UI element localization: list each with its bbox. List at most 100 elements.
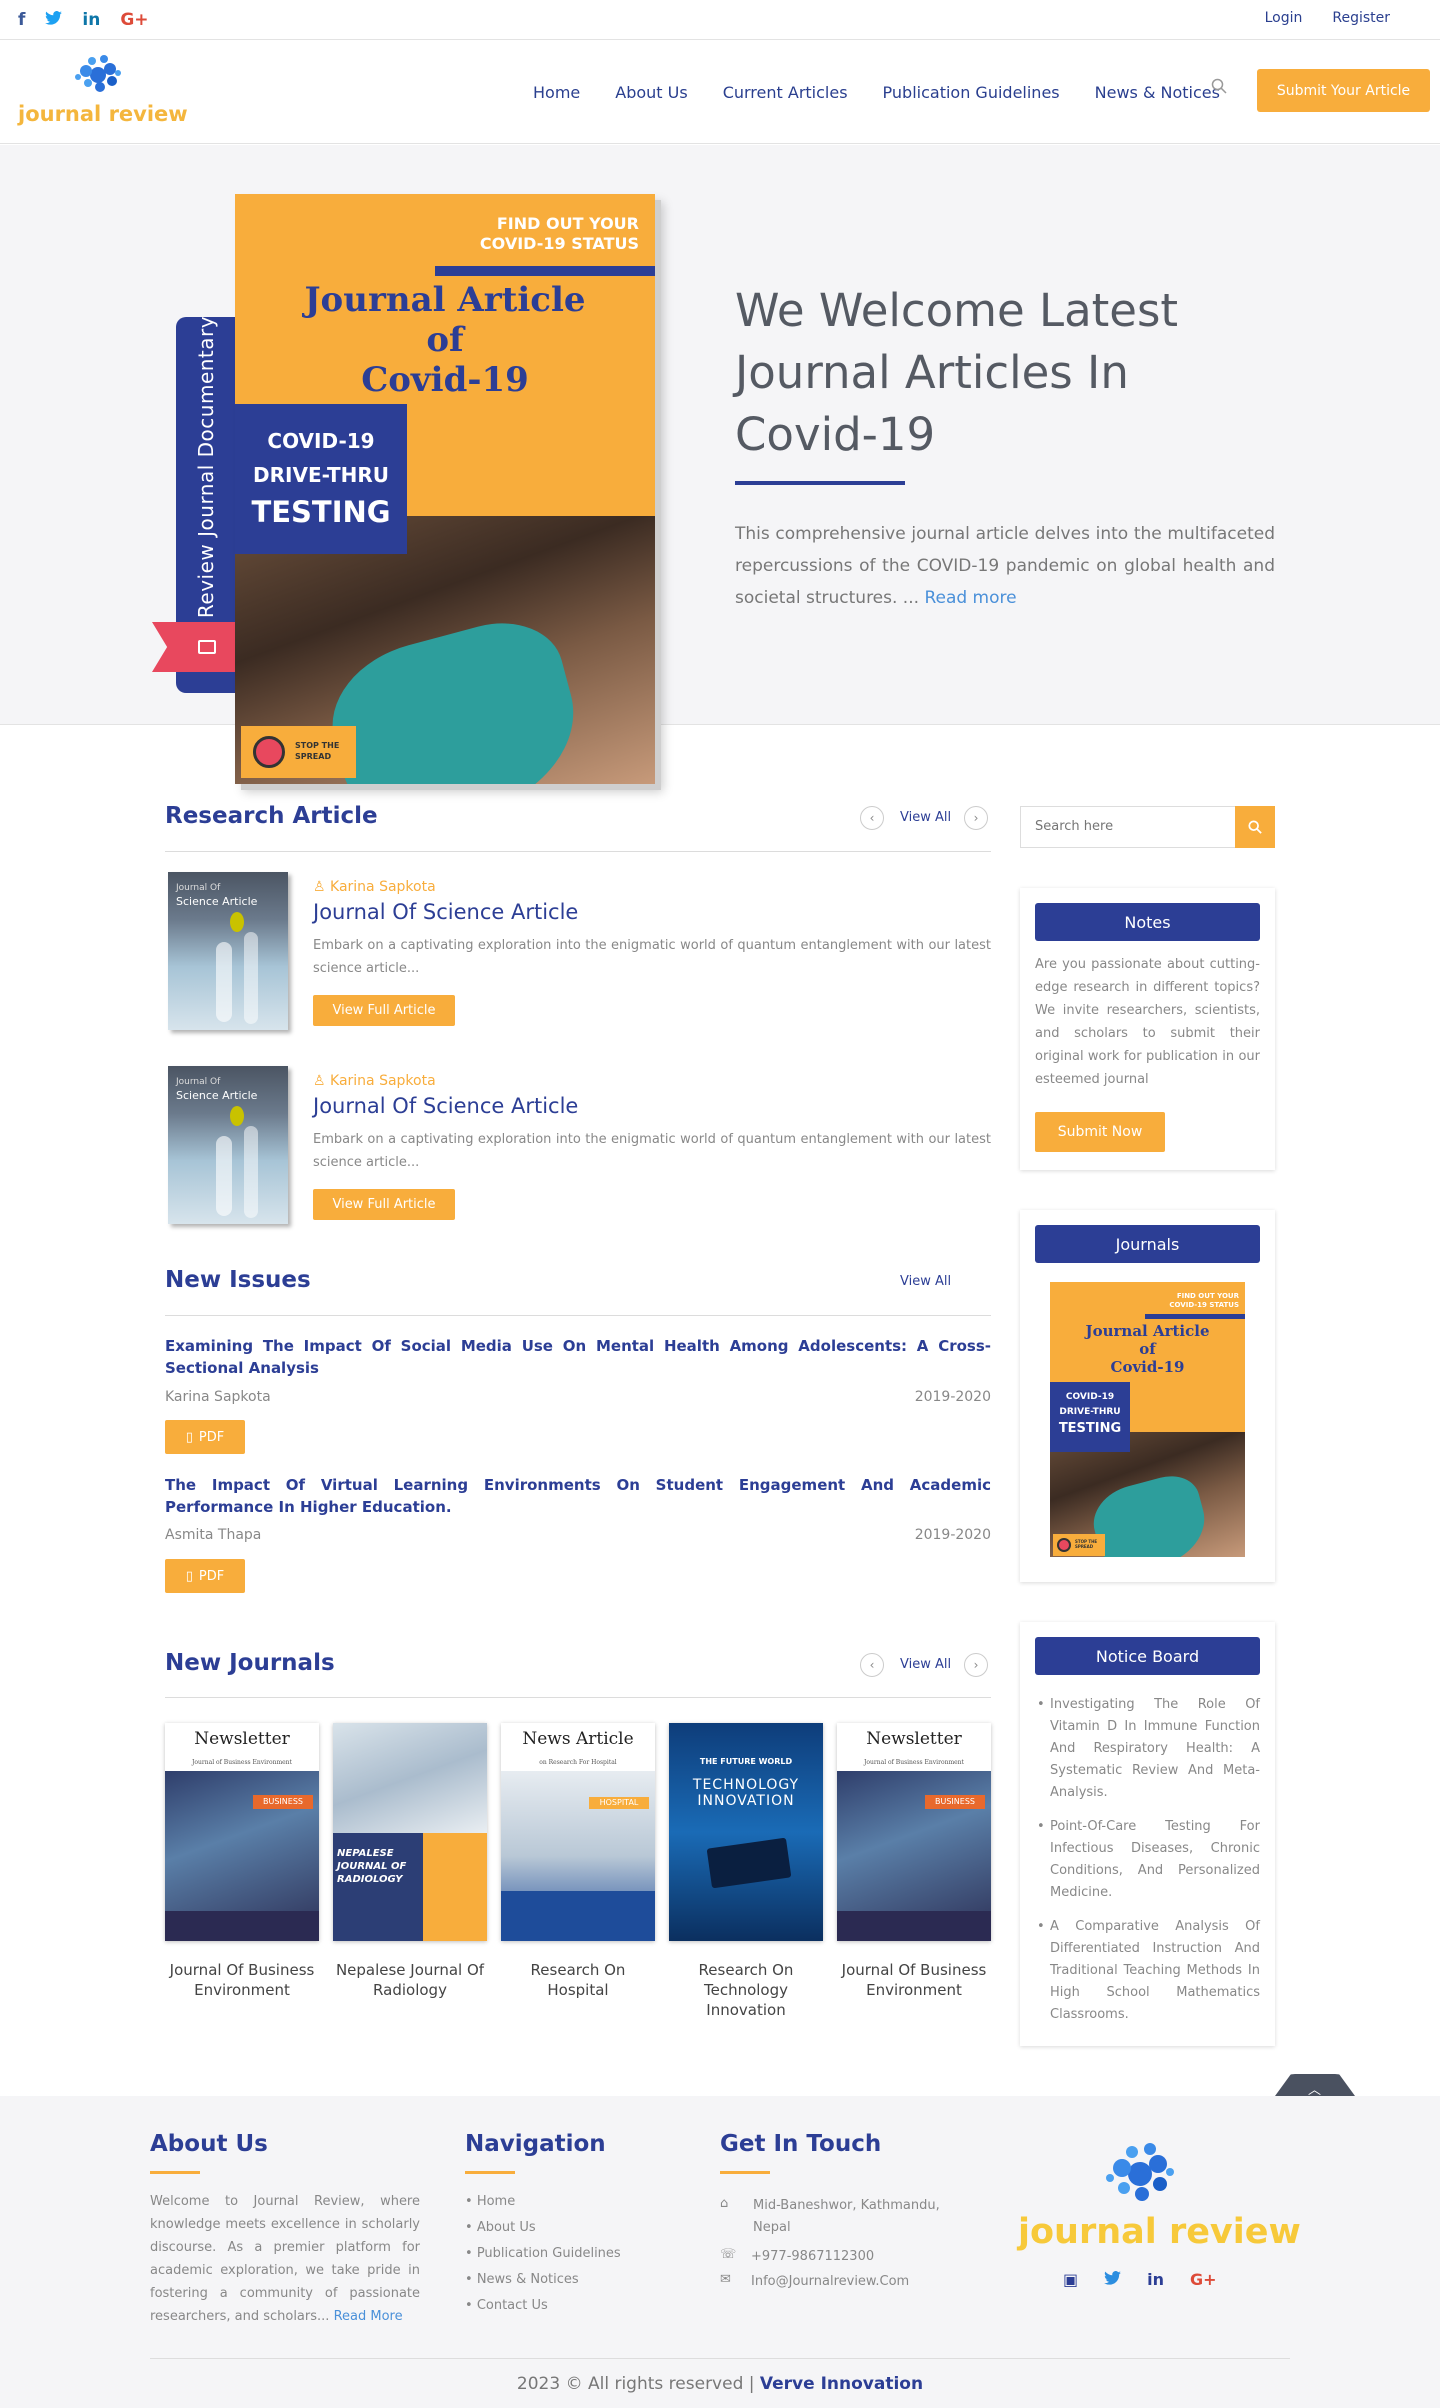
footer-navigation-title: Navigation (465, 2131, 606, 2157)
nav-about-us[interactable]: About Us (615, 83, 687, 102)
prev-arrow-icon[interactable]: ‹ (860, 806, 884, 830)
logo-icon[interactable] (70, 55, 126, 95)
footer-underline (720, 2171, 770, 2174)
journals-view-all[interactable]: View All (900, 1657, 951, 1672)
footer-logo-icon[interactable] (1100, 2142, 1180, 2204)
journal-cover-thumb[interactable]: FIND OUT YOUR COVID-19 STATUS Journal Art… (1050, 1282, 1245, 1557)
notice-board-widget: Notice Board Investigating The Role Of V… (1020, 1622, 1275, 2046)
twitter-icon[interactable] (45, 10, 63, 30)
footer-nav-publication-guidelines[interactable]: Publication Guidelines (465, 2241, 621, 2267)
nav-publication-guidelines[interactable]: Publication Guidelines (883, 83, 1060, 102)
twitter-icon[interactable] (1104, 2270, 1122, 2289)
notice-item[interactable]: Investigating The Role Of Vitamin D In I… (1035, 1694, 1260, 1804)
issue-title[interactable]: The Impact Of Virtual Learning Environme… (165, 1474, 991, 1518)
issues-section-title: New Issues (165, 1267, 311, 1293)
book-icon (198, 640, 216, 654)
file-icon: ▯ (185, 1429, 193, 1445)
login-link[interactable]: Login (1265, 10, 1303, 26)
linkedin-icon[interactable]: in (1147, 2270, 1164, 2289)
footer-underline (150, 2171, 200, 2174)
company-link[interactable]: Verve Innovation (760, 2374, 923, 2394)
stop-spread-badge: STOP THE SPREAD (241, 726, 356, 778)
hero-text: This comprehensive journal article delve… (735, 524, 1275, 608)
notes-title: Notes (1035, 903, 1260, 941)
submit-article-button[interactable]: Submit Your Article (1257, 69, 1430, 112)
chevron-up-icon[interactable]: ︿ (1308, 2079, 1321, 2098)
google-plus-icon[interactable]: G+ (1190, 2270, 1217, 2289)
home-icon: ⌂ (720, 2196, 729, 2211)
user-icon: ♙ (313, 879, 326, 895)
issue-year: 2019-2020 (914, 1527, 991, 1543)
footer-logo-text[interactable]: journal review (1018, 2212, 1301, 2252)
view-full-article-button[interactable]: View Full Article (313, 995, 455, 1026)
footer-nav-home[interactable]: Home (465, 2189, 621, 2215)
book-find-out: FIND OUT YOUR COVID-19 STATUS (479, 214, 639, 253)
facebook-icon[interactable]: ▣ (1063, 2270, 1078, 2289)
search-input[interactable] (1035, 819, 1215, 834)
journal-name[interactable]: Research On Hospital (498, 1960, 658, 2000)
article-title[interactable]: Journal Of Science Article (313, 900, 578, 924)
register-link[interactable]: Register (1332, 10, 1390, 26)
google-plus-icon[interactable]: G+ (120, 10, 148, 30)
hero-read-more-link[interactable]: Read more (924, 588, 1016, 608)
notes-text: Are you passionate about cutting-edge re… (1035, 957, 1260, 1087)
journal-cover[interactable]: Newsletter Journal of Business Environmen… (837, 1723, 991, 1941)
journal-cover[interactable]: THE FUTURE WORLD TECHNOLOGY INNOVATION (669, 1723, 823, 1941)
footer-nav-about-us[interactable]: About Us (465, 2215, 621, 2241)
nav-home[interactable]: Home (533, 83, 580, 102)
article-thumbnail[interactable]: Journal Of Science Article (168, 1066, 288, 1224)
article-title[interactable]: Journal Of Science Article (313, 1094, 578, 1118)
journal-name[interactable]: Journal Of Business Environment (162, 1960, 322, 2000)
hero-book-cover[interactable]: FIND OUT YOUR COVID-19 STATUS Journal Ar… (235, 194, 655, 784)
research-view-all[interactable]: View All (900, 810, 951, 825)
next-arrow-icon[interactable]: › (964, 806, 988, 830)
footer-about-title: About Us (150, 2131, 268, 2157)
footer-phone[interactable]: +977-9867112300 (751, 2246, 874, 2268)
view-full-article-button[interactable]: View Full Article (313, 1189, 455, 1220)
submit-now-button[interactable]: Submit Now (1035, 1112, 1165, 1152)
facebook-icon[interactable]: f (18, 10, 25, 30)
search-icon[interactable] (1211, 78, 1227, 94)
pdf-button[interactable]: ▯ PDF (165, 1420, 245, 1454)
book-accent-bar (435, 266, 655, 276)
nav-news-notices[interactable]: News & Notices (1095, 83, 1220, 102)
footer-contact-title: Get In Touch (720, 2131, 882, 2157)
footer-read-more-link[interactable]: Read More (334, 2309, 403, 2324)
journal-name[interactable]: Nepalese Journal Of Radiology (330, 1960, 490, 2000)
notice-item[interactable]: A Comparative Analysis Of Differentiated… (1035, 1916, 1260, 2026)
phone-icon: ☏ (720, 2247, 737, 2262)
journals-widget-title: Journals (1035, 1225, 1260, 1263)
section-divider (165, 851, 991, 852)
footer-nav-contact-us[interactable]: Contact Us (465, 2293, 621, 2319)
sidebar-search-button[interactable] (1235, 806, 1275, 848)
copyright: 2023 © All rights reserved | Verve Innov… (516, 2374, 924, 2394)
section-divider (165, 1697, 991, 1698)
next-arrow-icon[interactable]: › (964, 1653, 988, 1677)
nav-current-articles[interactable]: Current Articles (723, 83, 848, 102)
footer-nav-news-notices[interactable]: News & Notices (465, 2267, 621, 2293)
footer-email[interactable]: Info@Journalreview.Com (751, 2271, 909, 2293)
notice-item[interactable]: Point-Of-Care Testing For Infectious Dis… (1035, 1816, 1260, 1904)
issue-author: Asmita Thapa (165, 1527, 262, 1543)
pdf-button[interactable]: ▯ PDF (165, 1559, 245, 1593)
footer-underline (465, 2171, 515, 2174)
journal-name[interactable]: Research On Technology Innovation (666, 1960, 826, 2020)
mail-icon: ✉ (720, 2272, 731, 2287)
footer-nav-list: Home About Us Publication Guidelines New… (465, 2189, 621, 2319)
journal-cover[interactable]: Newsletter Journal of Business Environmen… (165, 1723, 319, 1941)
issues-view-all[interactable]: View All (900, 1274, 951, 1289)
face-mask-shape (315, 608, 595, 784)
stop-icon (253, 736, 285, 768)
book-title: Journal Article of Covid-19 (304, 280, 586, 400)
journal-cover[interactable]: NEPALESE JOURNAL OF RADIOLOGY (333, 1723, 487, 1941)
social-links: f in G+ (18, 10, 149, 30)
prev-arrow-icon[interactable]: ‹ (860, 1653, 884, 1677)
logo-text[interactable]: journal review (18, 102, 188, 126)
linkedin-icon[interactable]: in (82, 10, 100, 30)
journal-name[interactable]: Journal Of Business Environment (834, 1960, 994, 2000)
article-thumbnail[interactable]: Journal Of Science Article (168, 872, 288, 1030)
notice-list: Investigating The Role Of Vitamin D In I… (1035, 1694, 1260, 2038)
ribbon-label: Review Journal Documentary (194, 315, 219, 619)
journal-cover[interactable]: News Article on Research For Hospital HOS… (501, 1723, 655, 1941)
issue-title[interactable]: Examining The Impact Of Social Media Use… (165, 1335, 991, 1379)
